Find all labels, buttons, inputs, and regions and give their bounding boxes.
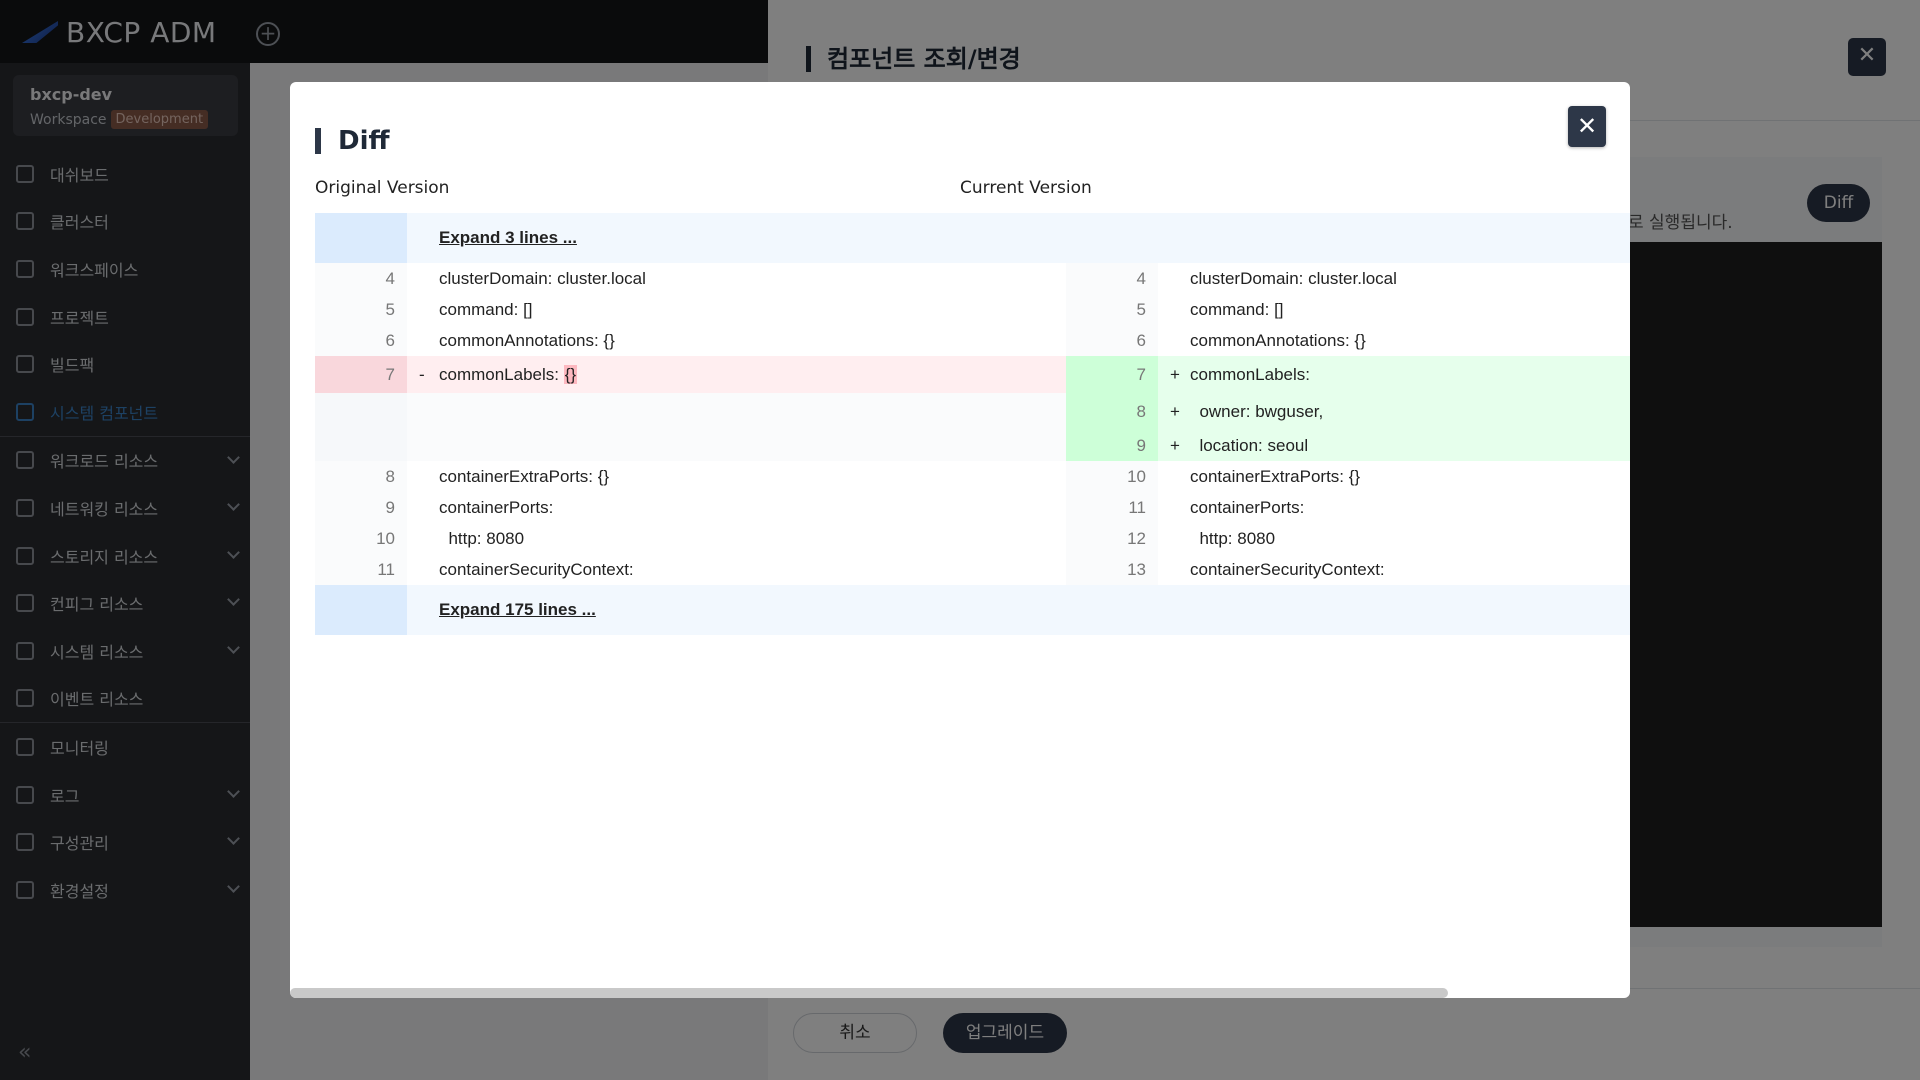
line-number-original: 4 — [315, 263, 407, 294]
context-line-original: containerSecurityContext: — [439, 560, 634, 579]
line-number-current: 5 — [1066, 294, 1158, 325]
removed-line: - commonLabels: {} — [407, 356, 1066, 393]
context-line-original: containerExtraPorts: {} — [439, 467, 610, 486]
added-line-text: commonLabels: — [1190, 365, 1311, 384]
line-number-current: 6 — [1066, 325, 1158, 356]
line-number-current: 9 — [1066, 430, 1158, 461]
line-number-original-empty — [315, 430, 407, 461]
line-number-current: 11 — [1066, 492, 1158, 523]
diff-row-added: 8 + owner: bwguser, — [315, 393, 1630, 430]
diff-row-context: 9 containerPorts: 11 containerPorts: — [315, 492, 1630, 523]
expand-gutter — [315, 213, 407, 263]
current-version-heading: Current Version — [960, 178, 1092, 198]
added-marker: + — [1170, 365, 1180, 384]
line-number-original: 9 — [315, 492, 407, 523]
context-line-original: commonAnnotations: {} — [439, 331, 615, 350]
expand-row-bottom: Expand 175 lines ... — [315, 585, 1630, 635]
diff-row-context: 4 clusterDomain: cluster.local 4 clusterDom… — [315, 263, 1630, 294]
diff-row-context: 6 commonAnnotations: {} 6 commonAnnotations… — [315, 325, 1630, 356]
line-number-original-empty — [315, 393, 407, 430]
expand-bottom-link[interactable]: Expand 175 lines ... — [407, 585, 1066, 635]
empty-line — [407, 430, 1066, 461]
line-number-original: 8 — [315, 461, 407, 492]
context-line-original: http: 8080 — [439, 529, 525, 548]
context-line-current: http: 8080 — [1190, 529, 1276, 548]
context-line-current: containerExtraPorts: {} — [1190, 467, 1361, 486]
line-number-original: 7 — [315, 356, 407, 393]
added-line: + location: seoul — [1158, 430, 1630, 461]
line-number-original: 6 — [315, 325, 407, 356]
context-line-current: commonAnnotations: {} — [1190, 331, 1366, 350]
diff-row-context: 10 http: 8080 12 http: 8080 — [315, 523, 1630, 554]
modal-title: Diff — [315, 128, 390, 154]
context-line-current: containerPorts: — [1190, 498, 1305, 517]
expand-gutter — [315, 585, 407, 635]
added-line: + commonLabels: — [1158, 356, 1630, 393]
diff-row-changed: 7 - commonLabels: {} 7 + commonLabels: — [315, 356, 1630, 393]
line-number-original: 10 — [315, 523, 407, 554]
diff-row-added: 9 + location: seoul — [315, 430, 1630, 461]
removed-line-text: commonLabels: — [439, 365, 564, 384]
context-line-current: containerSecurityContext: — [1190, 560, 1385, 579]
expand-top-link[interactable]: Expand 3 lines ... — [407, 213, 1066, 263]
removed-highlight: {} — [563, 365, 578, 384]
expand-row-top: Expand 3 lines ... — [315, 213, 1630, 263]
line-number-current: 7 — [1066, 356, 1158, 393]
context-line-original: command: [] — [439, 300, 533, 319]
empty-line — [407, 393, 1066, 430]
added-marker: + — [1170, 436, 1180, 455]
line-number-current: 12 — [1066, 523, 1158, 554]
line-number-original: 11 — [315, 554, 407, 585]
diff-row-context: 5 command: [] 5 command: [] — [315, 294, 1630, 325]
context-line-original: clusterDomain: cluster.local — [439, 269, 646, 288]
horizontal-scrollbar[interactable] — [290, 988, 1448, 998]
modal-close-button[interactable]: ✕ — [1568, 106, 1606, 147]
diff-row-context: 8 containerExtraPorts: {} 10 containerExtra… — [315, 461, 1630, 492]
line-number-current: 10 — [1066, 461, 1158, 492]
added-marker: + — [1170, 402, 1180, 421]
diff-table: Expand 3 lines ... 4 clusterDomain: clust… — [315, 213, 1630, 635]
added-line-text: location: seoul — [1190, 436, 1309, 455]
removed-marker: - — [419, 365, 425, 384]
added-line-text: owner: bwguser, — [1190, 402, 1324, 421]
line-number-current: 13 — [1066, 554, 1158, 585]
context-line-current: command: [] — [1190, 300, 1284, 319]
diff-modal: Diff ✕ Original Version Current Version … — [290, 82, 1630, 998]
diff-row-context: 11 containerSecurityContext: 13 containerSe… — [315, 554, 1630, 585]
line-number-current: 8 — [1066, 393, 1158, 430]
line-number-original: 5 — [315, 294, 407, 325]
line-number-current: 4 — [1066, 263, 1158, 294]
context-line-current: clusterDomain: cluster.local — [1190, 269, 1397, 288]
context-line-original: containerPorts: — [439, 498, 554, 517]
original-version-heading: Original Version — [315, 178, 450, 198]
added-line: + owner: bwguser, — [1158, 393, 1630, 430]
